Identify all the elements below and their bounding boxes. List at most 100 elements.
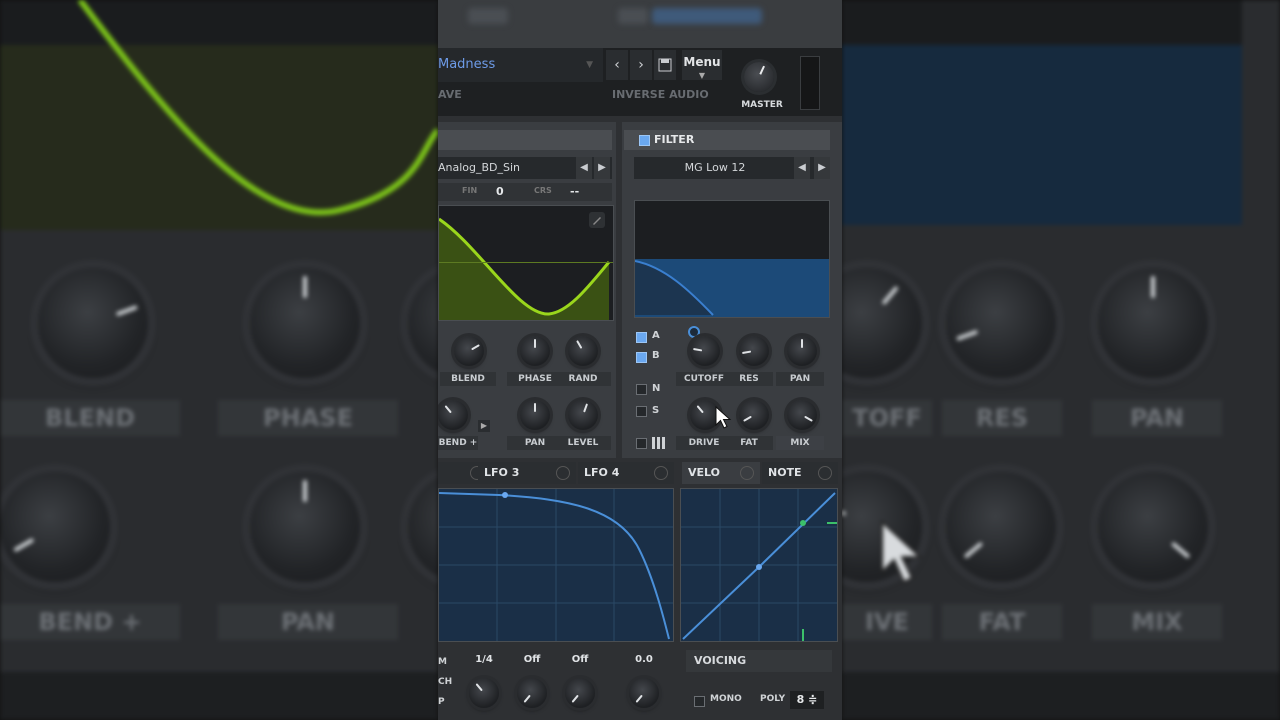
bg-label-pan: PAN [218,604,398,640]
fine-value[interactable]: 0 [496,185,504,198]
lfo-anchor-label: P [438,697,445,707]
mix-knob[interactable] [787,400,817,430]
wave-shape [439,217,613,320]
rand-knob[interactable] [568,336,598,366]
lfo-retrig-label: CH [438,677,453,687]
lfo-rise-knob[interactable] [517,678,547,708]
filter-enable-toggle[interactable] [639,135,650,146]
blend-knob[interactable] [454,336,484,366]
filter-panel: FILTER MG Low 12 ◀ ▶ A B N S CUTOFF RES … [622,122,842,458]
lfo-smooth-knob[interactable] [629,678,659,708]
lfo-rise-value[interactable]: Off [512,654,552,665]
tab-lfo-4-label: LFO 4 [584,466,620,479]
bend-knob[interactable] [438,400,468,430]
preset-name-field[interactable]: Madness ▼ [438,48,603,82]
lfo-rate-knob[interactable] [469,678,499,708]
filter-pan-label: PAN [776,372,824,386]
blend-label: BLEND [440,372,496,386]
bg-knob-cutoff [842,268,922,378]
mix-label: MIX [776,436,824,450]
filter-route-b-checkbox[interactable] [636,352,647,363]
menu-button[interactable]: Menu ▼ [682,50,722,80]
res-label: RES [725,372,773,386]
wavetable-selector[interactable]: Analog_BD_Sin ◀ ▶ [438,157,612,179]
velocity-display[interactable] [680,488,838,642]
bg-label-mix: MIX [1092,604,1222,640]
tab-note-label: NOTE [768,466,802,479]
coarse-value[interactable]: -- [570,185,579,198]
bg-label-res: RES [942,400,1062,436]
filter-route-n-label: N [652,383,661,394]
wavetable-next-button[interactable]: ▶ [594,157,610,179]
lfo-delay-knob[interactable] [565,678,595,708]
master-label: MASTER [741,100,783,110]
filter-route-s-label: S [652,405,660,416]
lfo-smooth-value[interactable]: 0.0 [624,654,664,665]
bg-label-fat: FAT [942,604,1062,640]
pan-knob[interactable] [520,400,550,430]
edit-pencil-icon[interactable] [589,212,605,228]
lfo-display[interactable] [438,488,674,642]
bg-left-bottom-bar [0,672,438,720]
wavetable-display[interactable] [438,205,614,321]
lfo-controls: M CH P 1/4 Off Off 0.0 [438,648,678,720]
bg-label-phase: PHASE [218,400,398,436]
keyboard-icon [652,437,665,449]
chevron-down-icon: ▼ [586,60,593,70]
filter-type-selector[interactable]: MG Low 12 ◀ ▶ [634,157,830,179]
wavetable-prev-button[interactable]: ◀ [576,157,592,179]
bend-mode-arrow-icon[interactable]: ▶ [478,420,490,432]
mouse-cursor-icon [715,406,732,429]
master-volume-knob[interactable] [744,62,774,92]
tab-lfo-4[interactable]: LFO 4 [578,462,674,484]
bend-label: BEND + [438,436,478,450]
filter-type-next-button[interactable]: ▶ [814,157,830,179]
background-right-blurred: TOFF RES PAN IVE FAT MIX [842,0,1280,720]
filter-pan-knob[interactable] [787,336,817,366]
filter-keytrack-checkbox[interactable] [636,438,647,449]
phase-knob[interactable] [520,336,550,366]
save-preset-button[interactable] [654,50,676,80]
fat-label: FAT [725,436,773,450]
bg-knob-pan [250,472,360,582]
cutoff-knob[interactable] [690,336,720,366]
fat-knob[interactable] [739,400,769,430]
bg-knob-level [408,472,438,582]
tab-lfo-3[interactable]: LFO 3 [478,462,576,484]
mono-label: MONO [710,694,742,704]
bg-label-drive: IVE [842,604,932,640]
level-knob[interactable] [568,400,598,430]
tab-velo[interactable]: VELO [682,462,760,484]
bg-label-blend: BLEND [0,400,180,436]
bg-left-wave-curve [77,0,438,216]
output-meter [800,56,820,110]
lfo-curve [439,489,673,641]
prev-preset-button[interactable]: ‹ [606,50,628,80]
bg-label-pan-right: PAN [1092,400,1222,436]
save-icon [658,58,672,72]
res-knob[interactable] [739,336,769,366]
poly-voices-stepper[interactable]: 8 ≑ [790,691,824,709]
fine-label: FIN [462,186,478,195]
tab-note[interactable]: NOTE [762,462,838,484]
filter-route-a-checkbox[interactable] [636,332,647,343]
lfo-delay-value[interactable]: Off [560,654,600,665]
tuning-row: FIN 0 CRS -- [438,183,612,201]
bg-knob-bend [0,472,110,582]
bg-knob-pan-right [1098,268,1208,378]
filter-route-n-checkbox[interactable] [636,384,647,395]
filter-type-prev-button[interactable]: ◀ [794,157,810,179]
filter-response-display[interactable] [634,200,830,318]
host-toolbar-blurred [438,0,842,48]
oscillator-panel: Analog_BD_Sin ◀ ▶ FIN 0 CRS -- BLEND PHA… [438,122,616,458]
preset-author: INVERSE AUDIO [612,88,709,101]
next-preset-button[interactable]: › [630,50,652,80]
filter-route-s-checkbox[interactable] [636,406,647,417]
cutoff-label: CUTOFF [676,372,732,386]
level-label: LEVEL [555,436,611,450]
lfo-rate-value[interactable]: 1/4 [464,654,504,665]
lfo-mode-label: M [438,657,447,667]
mono-checkbox[interactable] [694,696,705,707]
preset-name: Madness [438,57,496,72]
bg-knob-phase [250,268,360,378]
